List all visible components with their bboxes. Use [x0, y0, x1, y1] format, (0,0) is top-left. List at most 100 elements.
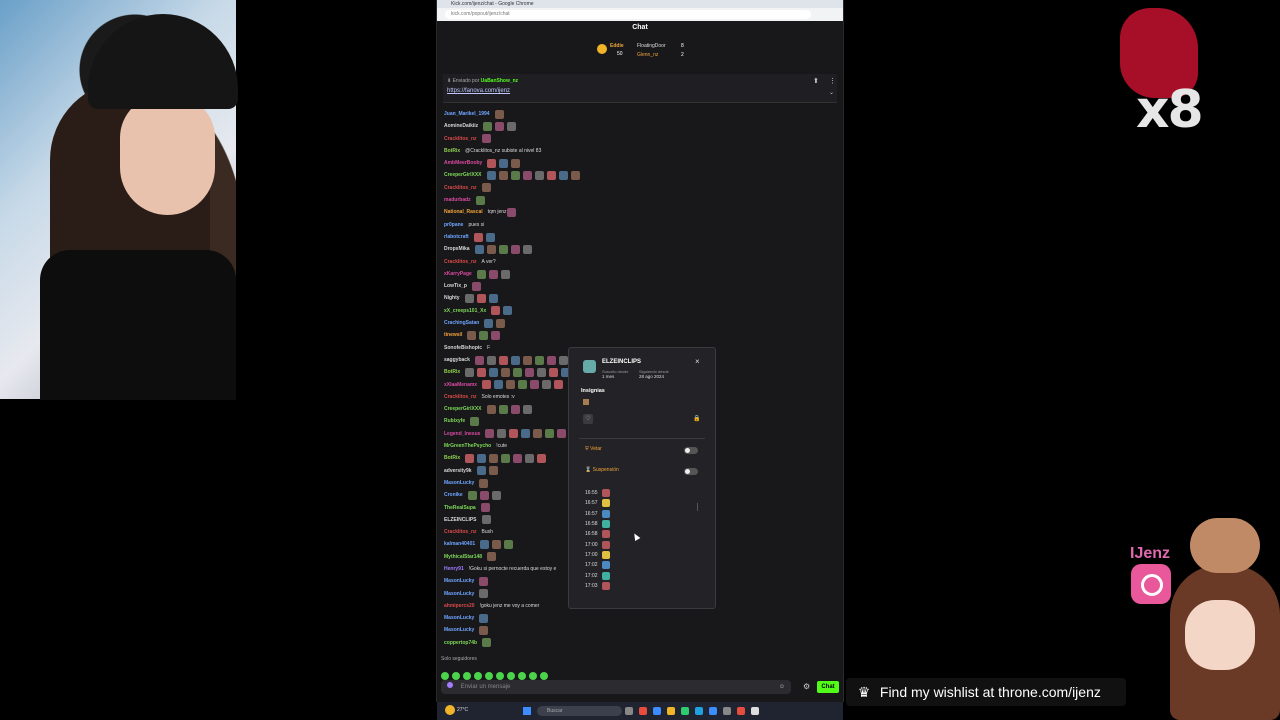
chat-username[interactable]: CreeperGirlXXX: [444, 403, 482, 415]
chat-username[interactable]: ahmipercs20: [444, 600, 475, 612]
chat-username[interactable]: saggyback: [444, 354, 470, 366]
badge-icon: [583, 399, 589, 405]
app-icon[interactable]: [709, 707, 717, 715]
chat-username[interactable]: Cracklitos_nz: [444, 182, 477, 194]
timeout-toggle[interactable]: [684, 468, 698, 475]
chat-username[interactable]: MythicalStar148: [444, 551, 482, 563]
chat-username[interactable]: MasonLucky: [444, 588, 474, 600]
emote-icon[interactable]: [485, 672, 493, 680]
emote-icon[interactable]: [496, 672, 504, 680]
chat-username[interactable]: Legend_Inesus: [444, 428, 480, 440]
more-options-icon[interactable]: ⋮: [829, 77, 836, 85]
chat-username[interactable]: DropsMika: [444, 243, 470, 255]
app-icon[interactable]: [681, 707, 689, 715]
chat-username[interactable]: SonofeBishopic: [444, 342, 482, 354]
timeout-row[interactable]: ⌛ Suspensión: [585, 467, 619, 473]
chat-username[interactable]: MrGreenThePsycho: [444, 440, 491, 452]
chat-username[interactable]: TheRealSupa: [444, 502, 476, 514]
ban-label: Vetar: [590, 446, 602, 452]
url-field[interactable]: kick.com/popout/ijenz/chat: [445, 10, 811, 19]
history-entry: 16:58: [585, 519, 610, 529]
chat-input[interactable]: Enviar un mensaje ☺: [441, 680, 791, 694]
chat-username[interactable]: AomineDaikiiz: [444, 120, 478, 132]
chat-username[interactable]: Juan_Marikel_1994: [444, 108, 490, 120]
chat-username[interactable]: kalman40401: [444, 538, 475, 550]
scrollbar[interactable]: [697, 503, 698, 511]
app-icon[interactable]: [653, 707, 661, 715]
close-icon[interactable]: ×: [695, 357, 700, 366]
emote-icon: [530, 380, 540, 390]
chat-username[interactable]: AmbMeerBooby: [444, 157, 482, 169]
chat-username[interactable]: xKarryPage: [444, 268, 472, 280]
app-icon[interactable]: [751, 707, 759, 715]
mic-icon[interactable]: 🔒: [693, 415, 700, 422]
chat-username[interactable]: Cracklitos_nz: [444, 526, 477, 538]
webcam-clothing: [40, 250, 236, 400]
address-bar: kick.com/popout/ijenz/chat: [437, 8, 843, 21]
chat-username[interactable]: BotRix: [444, 145, 460, 157]
emoji-icon[interactable]: ☺: [779, 680, 785, 694]
chat-username[interactable]: LowTix_p: [444, 280, 467, 292]
chat-username[interactable]: National_Rascal: [444, 206, 483, 218]
chat-username[interactable]: adversity9k: [444, 465, 472, 477]
ban-row[interactable]: ⛨ Vetar: [585, 446, 602, 452]
chat-username[interactable]: MasonLucky: [444, 612, 474, 624]
windows-start-icon[interactable]: [523, 707, 531, 715]
chat-username[interactable]: Cracklitos_nz: [444, 133, 477, 145]
emote-icon: [554, 380, 564, 390]
emote-icon: [474, 244, 484, 254]
chat-username[interactable]: Cracklitos_nz: [444, 256, 477, 268]
edge-icon[interactable]: [695, 707, 703, 715]
chevron-down-icon[interactable]: ⌄: [829, 89, 834, 96]
chat-username[interactable]: Nighty: [444, 292, 460, 304]
chat-input-placeholder: Enviar un mensaje: [460, 684, 511, 690]
chat-username[interactable]: xXlaaMenamx: [444, 379, 477, 391]
chat-username[interactable]: coppertop74b: [444, 637, 477, 649]
chat-username[interactable]: xX_creeps101_Xx: [444, 305, 486, 317]
chat-username[interactable]: MasonLucky: [444, 477, 474, 489]
emote-icon: [477, 453, 487, 463]
emote-icon: [479, 330, 489, 340]
chat-username[interactable]: rlabotcraft: [444, 231, 469, 243]
emote-icon[interactable]: [529, 672, 537, 680]
chat-username[interactable]: Henry91: [444, 563, 464, 575]
chat-username[interactable]: CrachingSatan: [444, 317, 479, 329]
emote-icon[interactable]: [474, 672, 482, 680]
settings-gear-icon[interactable]: ⚙: [803, 682, 810, 691]
chat-username[interactable]: tinewsil: [444, 329, 462, 341]
send-chat-button[interactable]: Chat: [817, 681, 839, 693]
webcam-feed: [0, 0, 238, 400]
pinned-link[interactable]: https://fanova.com/ijenz: [447, 88, 510, 94]
emote-icon[interactable]: [518, 672, 526, 680]
chat-username[interactable]: MasonLucky: [444, 575, 474, 587]
history-entry: 17:03: [585, 581, 610, 591]
app-icon[interactable]: [639, 707, 647, 715]
chat-username[interactable]: CreeperGirlXXX: [444, 169, 482, 181]
chat-username[interactable]: pr0pane: [444, 219, 463, 231]
chat-username[interactable]: madurbadz: [444, 194, 471, 206]
user-avatar: [583, 360, 596, 373]
taskbar-search[interactable]: Buscar: [537, 706, 622, 716]
emote-icon[interactable]: [463, 672, 471, 680]
emote-icon[interactable]: [507, 672, 515, 680]
emote-icon: [601, 530, 610, 539]
chat-username[interactable]: Cronike: [444, 489, 463, 501]
chat-username[interactable]: BotRix: [444, 452, 460, 464]
chat-username[interactable]: ELZEINCLIPS: [444, 514, 477, 526]
chat-message: tinewsil: [444, 329, 834, 341]
heart-icon[interactable]: ♡: [583, 414, 593, 424]
emote-icon[interactable]: [441, 672, 449, 680]
chat-username[interactable]: Cracklitos_nz: [444, 391, 477, 403]
settings-icon[interactable]: [723, 707, 731, 715]
file-explorer-icon[interactable]: [667, 707, 675, 715]
emote-icon[interactable]: [452, 672, 460, 680]
instagram-icon: [1131, 564, 1171, 604]
unpin-icon[interactable]: ⬆: [813, 77, 819, 85]
chat-username[interactable]: MasonLucky: [444, 624, 474, 636]
ban-toggle[interactable]: [684, 447, 698, 454]
task-view-icon[interactable]: [625, 707, 633, 715]
chat-username[interactable]: BotRix: [444, 366, 460, 378]
chat-username[interactable]: Rubixyfe: [444, 415, 465, 427]
chrome-icon[interactable]: [737, 707, 745, 715]
emote-icon[interactable]: [540, 672, 548, 680]
